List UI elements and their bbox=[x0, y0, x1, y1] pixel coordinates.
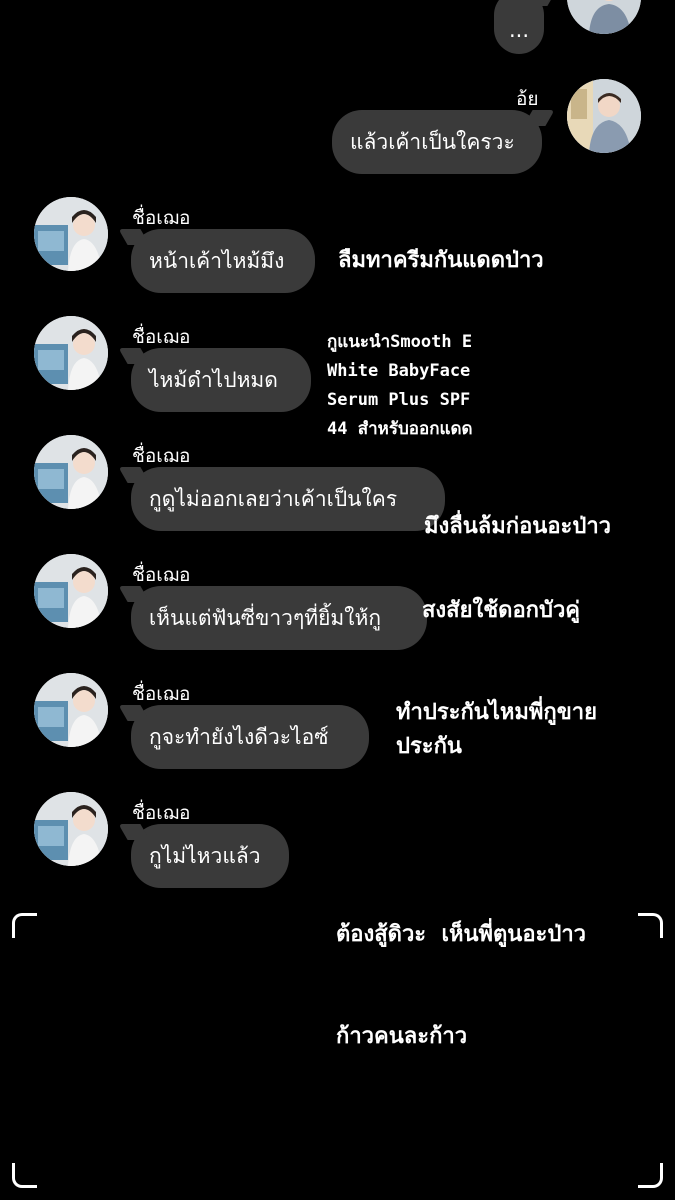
profile-photo-icon bbox=[567, 79, 641, 153]
profile-photo-icon bbox=[34, 435, 108, 509]
incoming-message-bubble[interactable]: ไหม้ดำไปหมด bbox=[131, 348, 311, 412]
avatar-me[interactable] bbox=[567, 79, 641, 153]
frame-corner-bottom-left bbox=[12, 1163, 37, 1188]
avatar-contact[interactable] bbox=[34, 792, 108, 866]
message-text: แล้วเค้าเป็นใครวะ bbox=[350, 129, 515, 154]
annotation-line: ต้องสู้ดิวะ เห็นพี่ตูนอะป่าว bbox=[336, 922, 587, 947]
frame-corner-bottom-right bbox=[638, 1163, 663, 1188]
avatar-me-top[interactable] bbox=[567, 0, 641, 34]
annotation-product-recommendation: กูแนะนำSmooth E White BabyFace Serum Plu… bbox=[327, 328, 473, 444]
annotation-slipped: มึงลื่นล้มก่อนอะป่าว bbox=[424, 514, 612, 539]
profile-photo-icon bbox=[34, 554, 108, 628]
annotation-line: ทำประกันไหมพี่กูขาย bbox=[396, 700, 597, 725]
message-text: กูดูไม่ออกเลยว่าเค้าเป็นใคร bbox=[149, 486, 398, 511]
annotation-line: ประกัน bbox=[396, 734, 462, 759]
avatar-contact[interactable] bbox=[34, 316, 108, 390]
message-text: กูจะทำยังไงดีวะไอซ์ bbox=[149, 724, 329, 749]
profile-photo-icon bbox=[34, 197, 108, 271]
incoming-message-bubble[interactable]: หน้าเค้าไหม้มึง bbox=[131, 229, 315, 293]
incoming-message-bubble[interactable]: กูไม่ไหวแล้ว bbox=[131, 824, 289, 888]
annotation-line: White BabyFace bbox=[327, 361, 471, 381]
frame-corner-top-right bbox=[638, 913, 663, 938]
my-message-bubble[interactable]: แล้วเค้าเป็นใครวะ bbox=[332, 110, 542, 174]
message-text: ไหม้ดำไปหมด bbox=[149, 367, 278, 392]
profile-photo-icon bbox=[34, 316, 108, 390]
annotation-line: สำหรับออกแดด bbox=[357, 419, 473, 439]
message-text: หน้าเค้าไหม้มึง bbox=[149, 248, 285, 273]
message-text: ... bbox=[508, 18, 530, 42]
avatar-contact[interactable] bbox=[34, 197, 108, 271]
annotation-lotus: สงสัยใช้ดอกบัวคู่ bbox=[422, 598, 581, 623]
message-text: เห็นแต่ฟันซี่ขาวๆที่ยิ้มให้กู bbox=[149, 605, 382, 630]
message-text: กูไม่ไหวแล้ว bbox=[149, 843, 261, 868]
incoming-message-bubble[interactable]: เห็นแต่ฟันซี่ขาวๆที่ยิ้มให้กู bbox=[131, 586, 427, 650]
annotation-insurance: ทำประกันไหมพี่กูขาย ประกัน bbox=[396, 696, 597, 764]
annotation-line: ก้าวคนละก้าว bbox=[336, 1024, 468, 1049]
incoming-message-bubble[interactable]: กูดูไม่ออกเลยว่าเค้าเป็นใคร bbox=[131, 467, 445, 531]
annotation-line: 44 bbox=[327, 419, 358, 439]
profile-photo-icon bbox=[567, 0, 641, 34]
annotation-line: กูแนะนำ bbox=[327, 332, 391, 352]
my-message-bubble-top[interactable]: ... bbox=[494, 0, 544, 54]
avatar-contact[interactable] bbox=[34, 673, 108, 747]
profile-photo-icon bbox=[34, 792, 108, 866]
annotation-sunscreen: ลืมทาครีมกันแดดป่าว bbox=[338, 248, 544, 273]
avatar-contact[interactable] bbox=[34, 554, 108, 628]
annotation-line: Smooth E bbox=[390, 332, 473, 352]
frame-corner-top-left bbox=[12, 913, 37, 938]
annotation-line: Serum Plus SPF bbox=[327, 390, 471, 410]
avatar-contact[interactable] bbox=[34, 435, 108, 509]
annotation-fight-on: ต้องสู้ดิวะ เห็นพี่ตูนอะป่าว ก้าวคนละก้า… bbox=[336, 850, 586, 1088]
profile-photo-icon bbox=[34, 673, 108, 747]
incoming-message-bubble[interactable]: กูจะทำยังไงดีวะไอซ์ bbox=[131, 705, 369, 769]
